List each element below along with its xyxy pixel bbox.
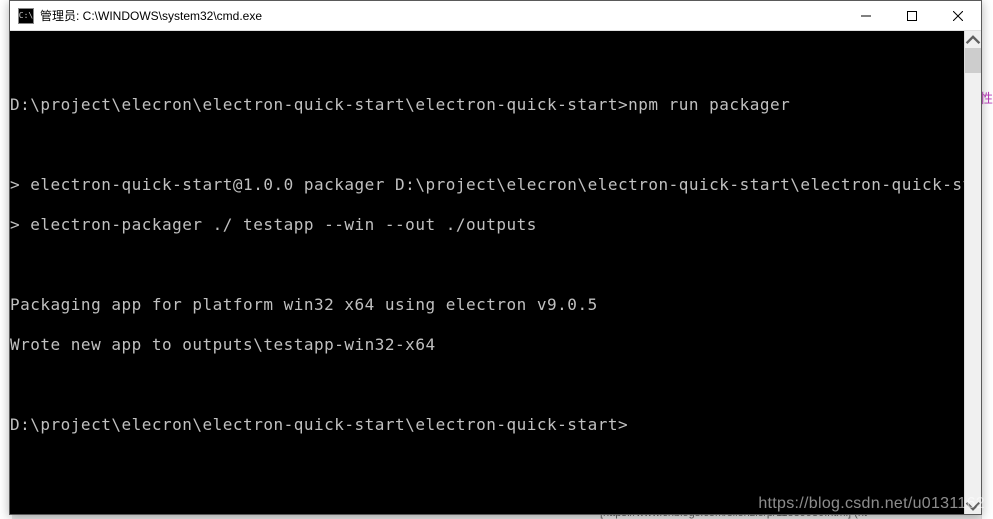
terminal-line: > electron-packager ./ testapp --win --o… (10, 215, 964, 235)
scroll-up-button[interactable] (965, 31, 981, 48)
cmd-window: C:\ 管理员: C:\WINDOWS\system32\cmd.exe D:\… (9, 0, 982, 515)
titlebar[interactable]: C:\ 管理员: C:\WINDOWS\system32\cmd.exe (10, 1, 981, 31)
close-button[interactable] (935, 1, 981, 30)
terminal-line: D:\project\elecron\electron-quick-start\… (10, 415, 964, 435)
terminal-line: Wrote new app to outputs\testapp-win32-x… (10, 335, 964, 355)
terminal-line: D:\project\elecron\electron-quick-start\… (10, 95, 964, 115)
terminal-line (10, 255, 964, 275)
window-title: 管理员: C:\WINDOWS\system32\cmd.exe (40, 7, 843, 24)
window-controls (843, 1, 981, 30)
terminal-line: > electron-quick-start@1.0.0 packager D:… (10, 175, 964, 195)
terminal-line (10, 135, 964, 155)
minimize-button[interactable] (843, 1, 889, 30)
vertical-scrollbar[interactable] (964, 31, 981, 514)
terminal-line: Packaging app for platform win32 x64 usi… (10, 295, 964, 315)
chevron-up-icon (965, 32, 981, 48)
scroll-thumb[interactable] (965, 48, 981, 73)
background-right-edge (981, 0, 993, 519)
maximize-icon (907, 11, 917, 21)
minimize-icon (861, 11, 871, 21)
scroll-track[interactable] (965, 48, 981, 497)
maximize-button[interactable] (889, 1, 935, 30)
scroll-down-button[interactable] (965, 497, 981, 514)
terminal-output[interactable]: D:\project\elecron\electron-quick-start\… (10, 31, 964, 514)
chevron-down-icon (965, 498, 981, 514)
close-icon (953, 11, 963, 21)
cmd-icon: C:\ (18, 8, 34, 24)
terminal-line (10, 375, 964, 395)
terminal-area: D:\project\elecron\electron-quick-start\… (10, 31, 981, 514)
terminal-line (10, 55, 964, 75)
